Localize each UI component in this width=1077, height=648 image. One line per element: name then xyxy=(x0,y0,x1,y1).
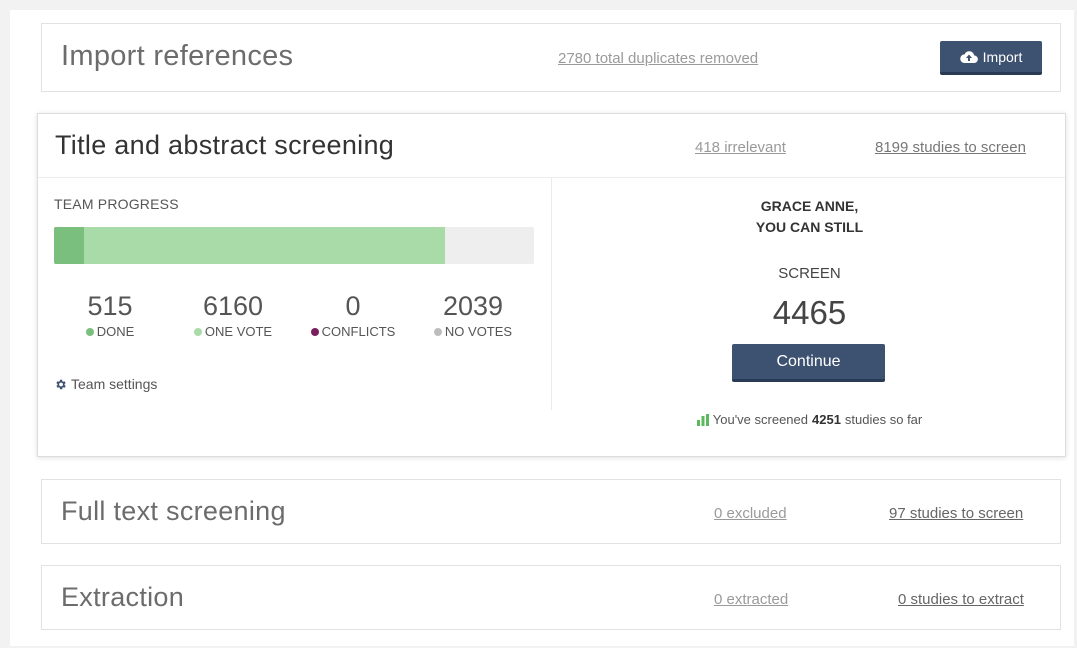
import-references-title: Import references xyxy=(61,40,294,72)
user-greeting: GRACE ANNE, YOU CAN STILL xyxy=(552,196,1067,238)
done-dot-icon xyxy=(85,328,94,336)
one-vote-dot-icon xyxy=(193,328,202,336)
screened-summary: You've screened 4251 studies so far xyxy=(552,412,1067,427)
full-text-title: Full text screening xyxy=(61,496,286,526)
stat-one-vote: 6160 ONE VOTE xyxy=(178,291,288,339)
user-screening-pane: GRACE ANNE, YOU CAN STILL SCREEN 4465 Co… xyxy=(552,178,1067,458)
studies-to-extract-link[interactable]: 0 studies to extract xyxy=(898,591,1024,608)
conflicts-dot-icon xyxy=(310,328,319,336)
progress-done-segment xyxy=(54,227,85,264)
remaining-count: 4465 xyxy=(772,294,847,331)
stat-done-label: DONE xyxy=(96,324,135,339)
team-settings-link[interactable]: Team settings xyxy=(54,376,157,392)
stat-one-vote-label: ONE VOTE xyxy=(204,324,273,339)
full-text-studies-link[interactable]: 97 studies to screen xyxy=(889,505,1023,522)
extraction-title: Extraction xyxy=(61,582,185,612)
duplicates-removed-link[interactable]: 2780 total duplicates removed xyxy=(558,50,758,67)
excluded-link[interactable]: 0 excluded xyxy=(714,505,787,522)
stat-no-votes: 2039 NO VOTES xyxy=(418,291,528,339)
import-button[interactable]: Import xyxy=(940,41,1042,75)
extraction-card: Extraction 0 extracted 0 studies to extr… xyxy=(41,565,1061,630)
progress-one-vote-segment xyxy=(54,227,445,264)
stat-done-value: 515 xyxy=(87,291,133,321)
import-button-label: Import xyxy=(982,48,1023,65)
team-progress-label: TEAM PROGRESS xyxy=(54,196,179,212)
page: Import references 2780 total duplicates … xyxy=(10,10,1074,646)
summary-suffix: studies so far xyxy=(844,412,923,427)
title-abstract-screening-card: Title and abstract screening 418 irrelev… xyxy=(37,113,1066,457)
gear-icon xyxy=(56,379,66,389)
stat-conflicts-value: 0 xyxy=(345,291,361,321)
extracted-link[interactable]: 0 extracted xyxy=(714,591,788,608)
irrelevant-link[interactable]: 418 irrelevant xyxy=(695,139,786,156)
bar-chart-icon xyxy=(696,413,709,426)
stat-conflicts: 0 CONFLICTS xyxy=(298,291,408,339)
screen-label: SCREEN xyxy=(778,265,841,282)
summary-count: 4251 xyxy=(812,412,841,427)
stat-conflicts-label: CONFLICTS xyxy=(321,324,396,339)
user-greeting-line1: GRACE ANNE, xyxy=(760,198,859,214)
full-text-screening-card: Full text screening 0 excluded 97 studie… xyxy=(41,479,1061,544)
continue-button[interactable]: Continue xyxy=(732,344,885,382)
cloud-upload-icon xyxy=(959,50,978,63)
no-votes-dot-icon xyxy=(433,328,442,336)
summary-prefix: You've screened xyxy=(712,412,808,427)
studies-to-screen-link[interactable]: 8199 studies to screen xyxy=(875,139,1026,156)
team-settings-label: Team settings xyxy=(71,376,158,392)
stat-no-votes-label: NO VOTES xyxy=(444,324,513,339)
import-references-card: Import references 2780 total duplicates … xyxy=(41,23,1061,92)
stat-no-votes-value: 2039 xyxy=(442,291,504,321)
user-greeting-line2: YOU CAN STILL xyxy=(755,219,864,235)
stat-one-vote-value: 6160 xyxy=(202,291,264,321)
stat-done: 515 DONE xyxy=(78,291,142,339)
team-progress-bar xyxy=(54,227,534,264)
screening-title: Title and abstract screening xyxy=(55,130,395,160)
